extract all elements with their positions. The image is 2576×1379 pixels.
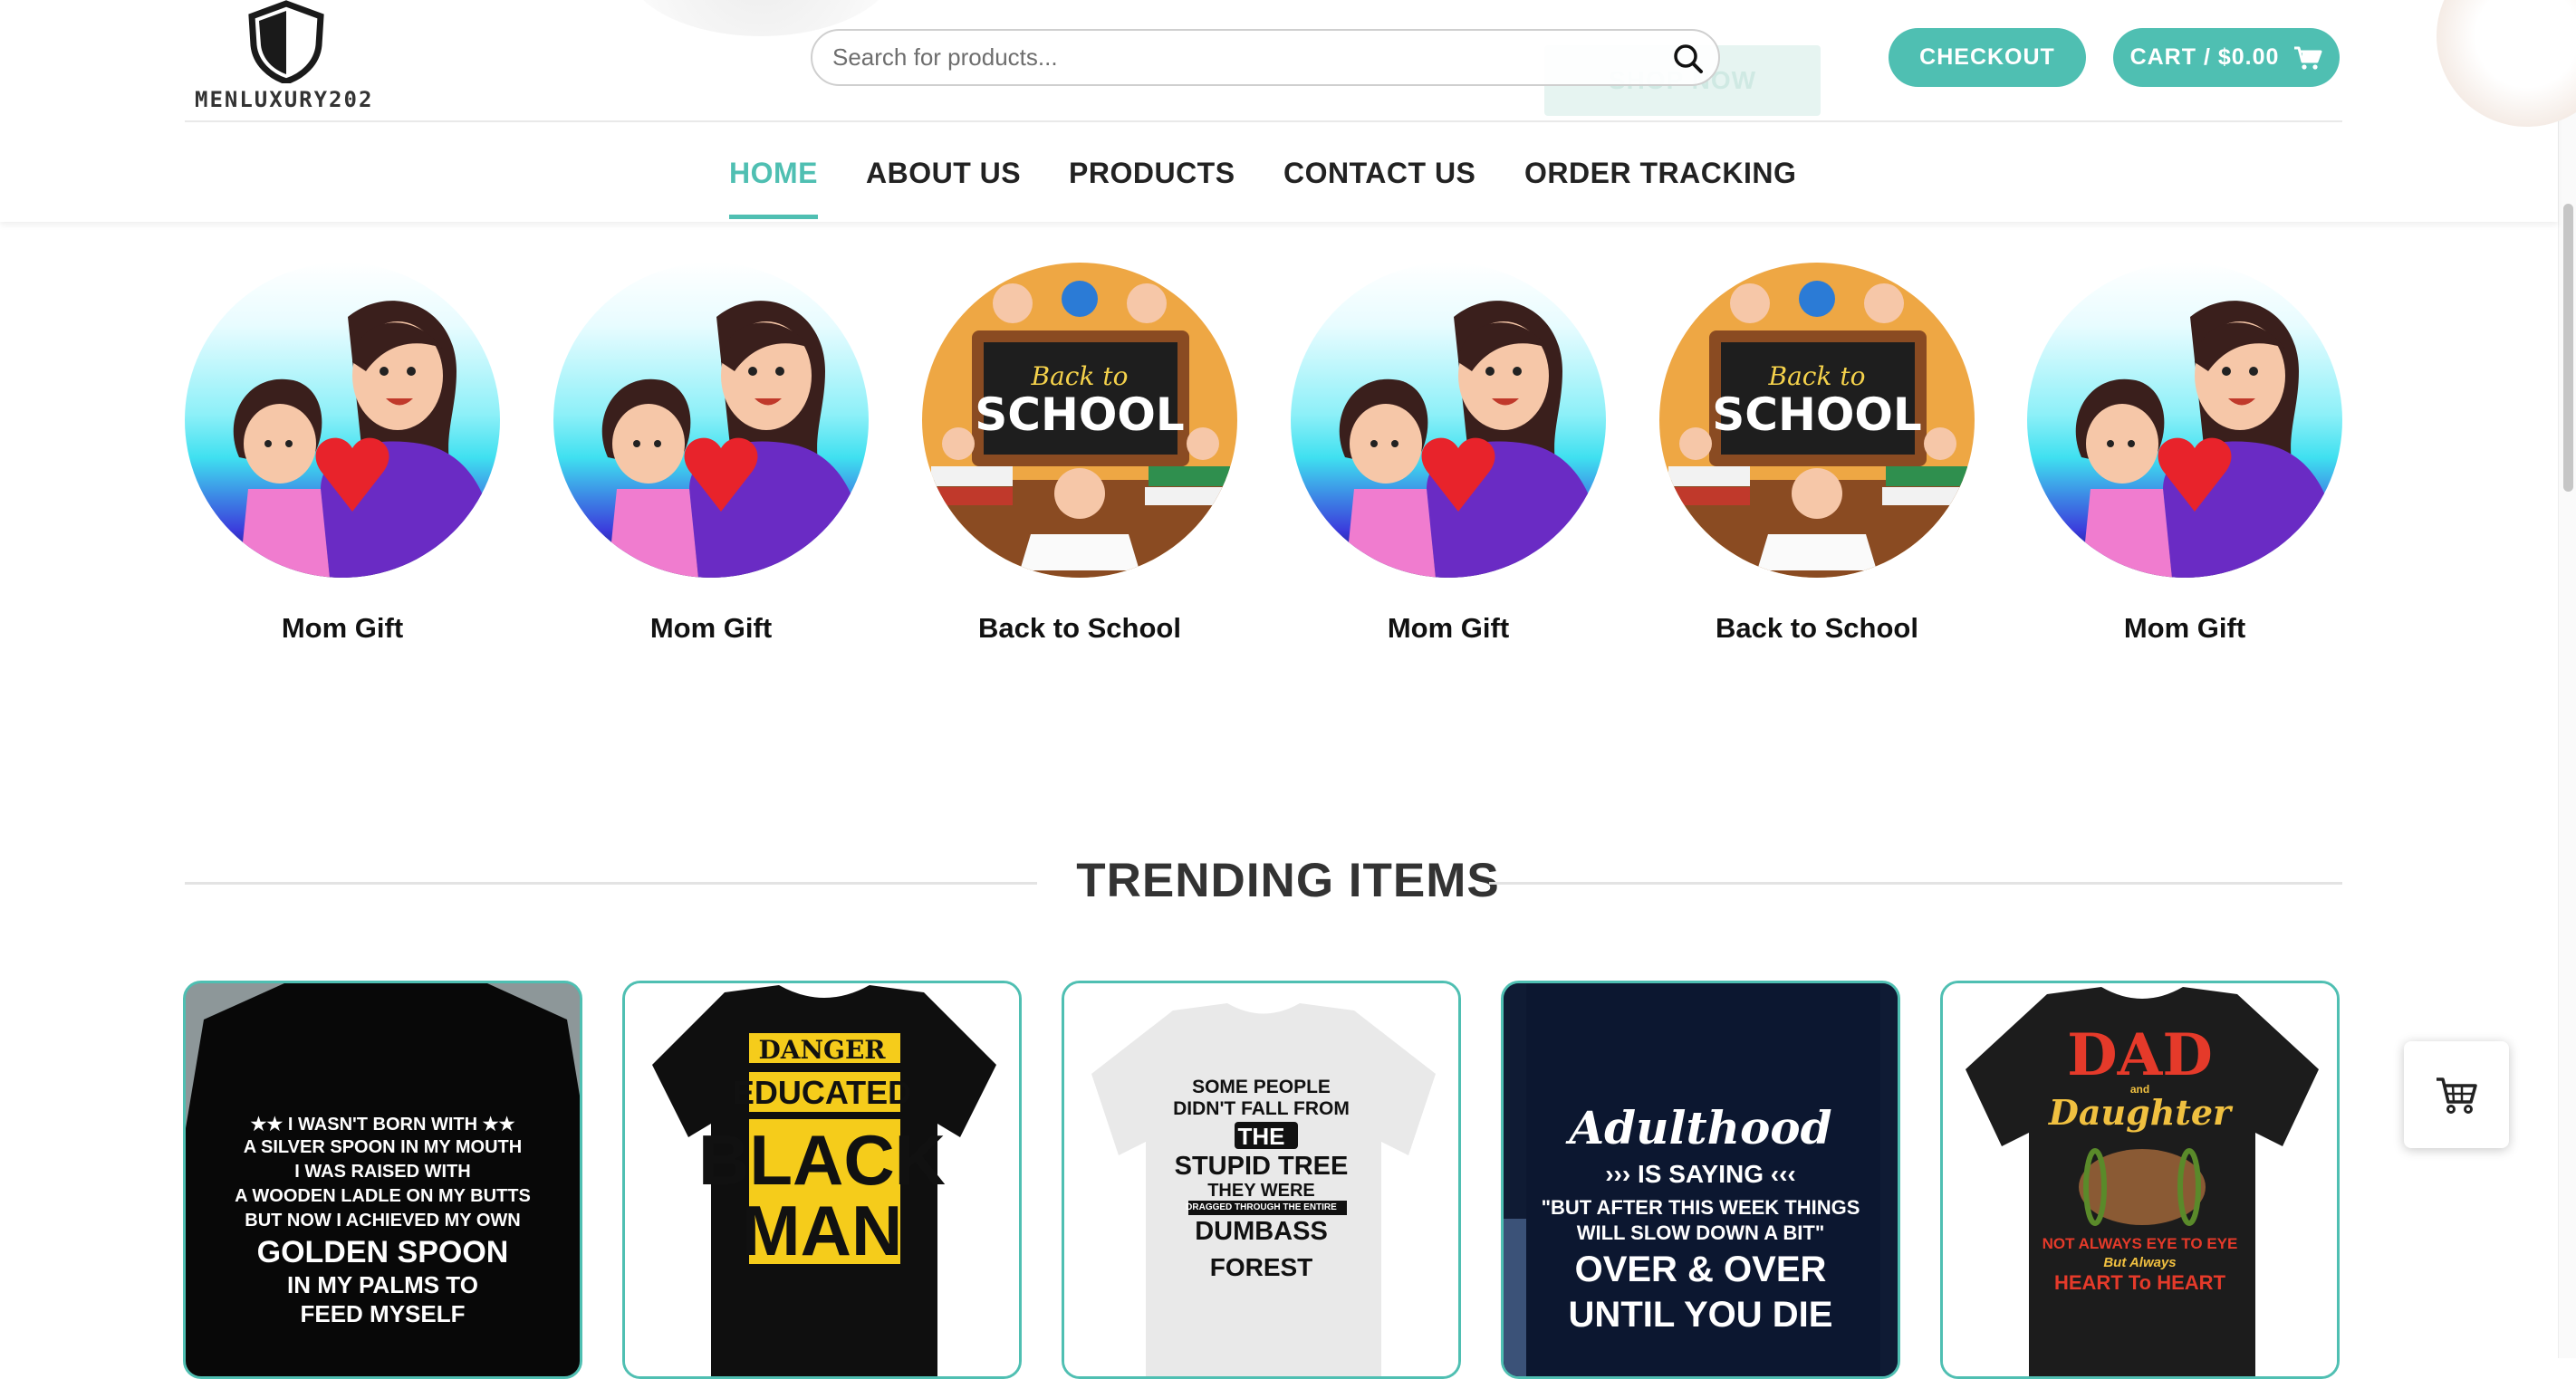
tshirt-text-line: DIDN'T FALL FROM (1173, 1098, 1350, 1119)
tshirt-text-line: A SILVER SPOON IN MY MOUTH (243, 1137, 523, 1157)
category-image[interactable] (553, 263, 869, 578)
category-label[interactable]: Mom Gift (1991, 612, 2379, 645)
category-label[interactable]: Mom Gift (149, 612, 536, 645)
tshirt-text-line: ★★ I WASN'T BORN WITH ★★ (250, 1115, 515, 1135)
product-card[interactable]: ★★ I WASN'T BORN WITH ★★ A SILVER SPOON … (183, 981, 582, 1379)
product-card[interactable]: SOME PEOPLE DIDN'T FALL FROM THE STUPID … (1062, 981, 1461, 1379)
category-card[interactable]: Mom Gift (553, 263, 869, 644)
site-logo[interactable]: MENLUXURY202 (192, 0, 397, 118)
nav-home[interactable]: HOME (729, 157, 818, 190)
cart-label: CART / $0.00 (2129, 44, 2280, 70)
brand-name: MENLUXURY202 (195, 87, 374, 112)
checkout-button[interactable]: CHECKOUT (1889, 28, 2086, 87)
tshirt-text-line: I WAS RAISED WITH (294, 1162, 471, 1182)
tshirt-text-line: DRAGGED THROUGH THE ENTIRE (1186, 1202, 1337, 1212)
category-label[interactable]: Back to School (1623, 612, 2011, 645)
mom-gift-illustration (601, 301, 866, 578)
mom-gift-illustration (2075, 301, 2340, 578)
tshirt-text-line: UNTIL YOU DIE (1568, 1295, 1833, 1335)
nav-products[interactable]: PRODUCTS (1069, 157, 1235, 190)
tshirt-text-line: IN MY PALMS TO (287, 1271, 478, 1298)
back-to-school-illustration: Back to SCHOOL (922, 281, 1237, 578)
cart-button[interactable]: CART / $0.00 (2113, 28, 2340, 87)
category-card[interactable]: Back to SCHOOL Back to School (1659, 263, 1975, 644)
tshirt-text-line: A WOODEN LADLE ON MY BUTTS (235, 1186, 531, 1206)
tshirt-text-line: STUPID TREE (1174, 1152, 1349, 1181)
tshirt-text-line: DANGER (758, 1035, 886, 1065)
tshirt-text-line: OVER & OVER (1574, 1250, 1827, 1289)
category-image[interactable] (2027, 263, 2342, 578)
category-label[interactable]: Mom Gift (1254, 612, 1642, 645)
tshirt-text-line: "BUT AFTER THIS WEEK THINGS (1541, 1196, 1860, 1219)
search-bar[interactable] (811, 29, 1720, 86)
cart-icon (2294, 46, 2322, 70)
category-image[interactable] (185, 263, 500, 578)
tshirt-text-line: DUMBASS (1195, 1217, 1328, 1246)
category-label[interactable]: Mom Gift (517, 612, 905, 645)
mom-gift-illustration (233, 301, 497, 578)
product-card[interactable]: DANGER EDUCATED BLACK MAN (622, 981, 1022, 1379)
floating-cart-button[interactable] (2404, 1041, 2509, 1148)
tshirt-text-line: FEED MYSELF (300, 1300, 466, 1327)
category-label[interactable]: Back to School (886, 612, 1274, 645)
scrollbar-thumb[interactable] (2563, 204, 2573, 492)
tshirt-text-line: NOT ALWAYS EYE TO EYE (2042, 1235, 2238, 1252)
cart-icon (2437, 1077, 2477, 1114)
category-image[interactable] (1291, 263, 1606, 578)
category-card[interactable]: Mom Gift (1291, 263, 1606, 644)
tshirt-text-line: DAD (2067, 1021, 2213, 1089)
tshirt-text-line: But Always (2103, 1255, 2177, 1270)
category-card[interactable]: Back to SCHOOL Back to School (922, 263, 1237, 644)
nav-active-indicator (729, 215, 818, 219)
mom-gift-illustration (1339, 301, 1603, 578)
nav-contact-us[interactable]: CONTACT US (1283, 157, 1475, 190)
tshirt-text-line: BUT NOW I ACHIEVED MY OWN (245, 1211, 521, 1231)
category-image[interactable]: Back to SCHOOL (1659, 263, 1975, 578)
category-image[interactable]: Back to SCHOOL (922, 263, 1237, 578)
tshirt-text-line: SOME PEOPLE (1192, 1077, 1331, 1097)
tshirt-text-line: WILL SLOW DOWN A BIT" (1576, 1221, 1825, 1244)
search-input[interactable] (831, 43, 1631, 72)
search-icon[interactable] (1671, 42, 1706, 76)
tshirt-text-line: THE (1237, 1123, 1285, 1150)
back-to-school-illustration: Back to SCHOOL (1659, 281, 1975, 578)
category-card[interactable]: Mom Gift (185, 263, 500, 644)
tshirt-text-line: THEY WERE (1207, 1181, 1315, 1201)
divider-left (185, 882, 1037, 885)
tshirt-text-line: ››› IS SAYING ‹‹‹ (1605, 1160, 1796, 1188)
school-art-line: Back to (1031, 361, 1129, 391)
tshirt-text-line: Daughter (2048, 1092, 2232, 1133)
shield-icon (248, 0, 324, 83)
section-title: TRENDING ITEMS (1076, 854, 1500, 907)
decorative-circle (2437, 0, 2576, 127)
tshirt-text-line: FOREST (1209, 1253, 1313, 1281)
main-nav: HOME ABOUT US PRODUCTS CONTACT US ORDER … (0, 122, 2576, 222)
product-card[interactable]: DAD and Daughter NOT ALWAYS EYE TO EYE B… (1940, 981, 2340, 1379)
site-header: MENLUXURY202 SHOP NOW CHECKOUT CART / $0… (0, 0, 2576, 222)
school-art-line: SCHOOL (975, 388, 1184, 441)
category-card[interactable]: Mom Gift (2027, 263, 2342, 644)
tshirt-text-line: HEART To HEART (2053, 1271, 2226, 1294)
tshirt-text-line: GOLDEN SPOON (256, 1235, 509, 1269)
tshirt-text-line: EDUCATED (732, 1074, 912, 1111)
nav-about-us[interactable]: ABOUT US (866, 157, 1021, 190)
school-art-line: Back to (1768, 361, 1866, 391)
checkout-label: CHECKOUT (1919, 44, 2055, 70)
tshirt-text-line: MAN (741, 1191, 903, 1270)
product-card[interactable]: Adulthood ››› IS SAYING ‹‹‹ "BUT AFTER T… (1501, 981, 1900, 1379)
tshirt-text-line: Adulthood (1569, 1101, 1832, 1154)
divider-right (1489, 882, 2342, 885)
school-art-line: SCHOOL (1712, 388, 1921, 441)
nav-order-tracking[interactable]: ORDER TRACKING (1524, 157, 1796, 190)
